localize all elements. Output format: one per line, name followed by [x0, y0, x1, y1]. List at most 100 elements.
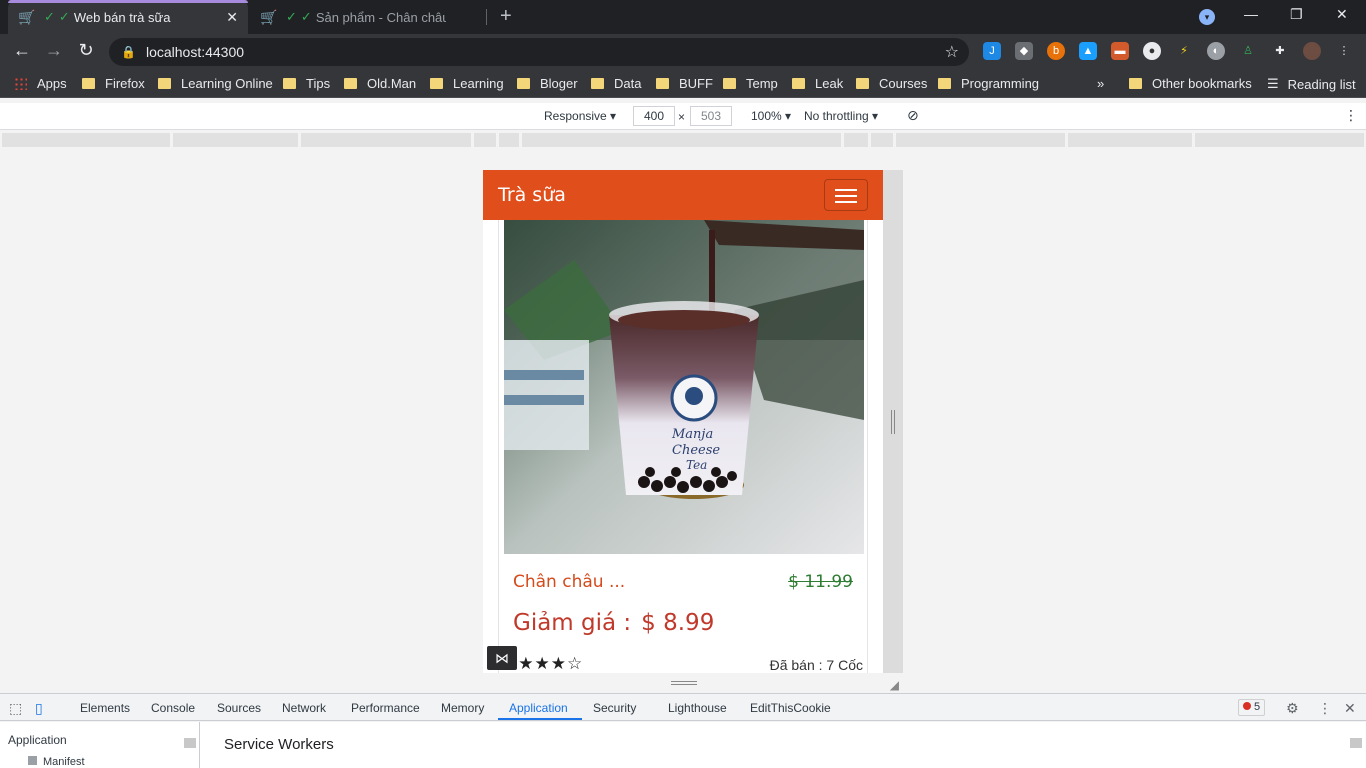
close-window-icon[interactable]: ✕: [1336, 6, 1348, 23]
bookmark-tips[interactable]: Tips: [283, 76, 330, 91]
restore-icon[interactable]: ❐: [1290, 6, 1303, 23]
extension-badge-icon[interactable]: ◐: [1207, 42, 1225, 60]
folder-icon: [517, 78, 530, 89]
inspect-element-icon[interactable]: ⬚: [9, 700, 22, 717]
media-query-segment[interactable]: [474, 133, 496, 147]
reading-list[interactable]: ☰ Reading list: [1267, 76, 1356, 92]
bookmark-courses[interactable]: Courses: [856, 76, 927, 91]
bookmark-leak[interactable]: Leak: [792, 76, 843, 91]
bookmark-other[interactable]: Other bookmarks: [1129, 76, 1252, 91]
tab-title: Sản phẩm - Chân châu nư: [315, 9, 446, 25]
bookmark-learning[interactable]: Learning: [430, 76, 504, 91]
avatar[interactable]: [1303, 42, 1321, 60]
drop-icon[interactable]: ▲: [1079, 42, 1097, 60]
tab-search-icon[interactable]: ▾: [1199, 9, 1215, 25]
visual-studio-icon[interactable]: ⋈: [487, 646, 517, 670]
main-scrollbar-thumb[interactable]: [1350, 738, 1362, 748]
media-query-segment[interactable]: [173, 133, 298, 147]
sidebar-item-manifest[interactable]: Manifest: [28, 756, 85, 768]
apps-grid-icon: [14, 77, 27, 90]
viewport-width-input[interactable]: 400: [633, 106, 675, 126]
media-query-segment[interactable]: [871, 133, 893, 147]
media-query-segment[interactable]: [499, 133, 519, 147]
media-query-segment[interactable]: [896, 133, 1065, 147]
tab-title: Web bán trà sữa: [73, 9, 171, 25]
folder-icon: [856, 78, 869, 89]
tab-elements[interactable]: Elements: [80, 701, 130, 715]
tab-network[interactable]: Network: [282, 701, 326, 715]
close-devtools-icon[interactable]: ✕: [1344, 700, 1356, 717]
tab-performance[interactable]: Performance: [351, 701, 420, 715]
rotate-disabled-icon[interactable]: ⊘: [907, 107, 919, 124]
menu-icon[interactable]: ⋮: [1335, 42, 1353, 60]
more-options-icon[interactable]: ⋮: [1344, 107, 1358, 124]
bookmark-old-man[interactable]: Old.Man: [344, 76, 416, 91]
product-card[interactable]: Manja Cheese Tea Chân châu ... $ 11.99 G…: [498, 220, 868, 673]
media-query-segment[interactable]: [844, 133, 868, 147]
settings-gear-icon[interactable]: ⚙: [1286, 700, 1299, 717]
tab-sources[interactable]: Sources: [217, 701, 261, 715]
product-sold-count: Đã bán : 7 Cốc: [769, 657, 863, 673]
reload-icon[interactable]: ↻: [74, 40, 98, 61]
bookmark-programming[interactable]: Programming: [938, 76, 1039, 91]
device-toolbar: Responsive ▾ 400 × 503 100% ▾ No throttl…: [0, 103, 1366, 130]
media-query-segment[interactable]: [1195, 133, 1364, 147]
check-icon: ✓: [300, 9, 312, 24]
resize-corner-icon[interactable]: ◢: [890, 678, 899, 692]
device-mode-select[interactable]: Responsive ▾: [544, 109, 616, 123]
viewport-right-resizer[interactable]: [883, 170, 903, 673]
close-icon[interactable]: ✕: [226, 9, 238, 26]
bookmark-learning-online[interactable]: Learning Online: [158, 76, 273, 91]
zoom-select[interactable]: 100% ▾: [751, 109, 791, 123]
extension-j-icon[interactable]: J: [983, 42, 1001, 60]
baseball-icon[interactable]: ●: [1143, 42, 1161, 60]
media-query-segment[interactable]: [301, 133, 471, 147]
tab-lighthouse[interactable]: Lighthouse: [668, 701, 727, 715]
device-toggle-icon[interactable]: ▯: [35, 700, 43, 717]
tab-san-pham[interactable]: 🛒 ✓ ✓ Sản phẩm - Chân châu nư: [250, 0, 486, 34]
minimize-icon[interactable]: —: [1244, 6, 1258, 22]
bookmark-temp[interactable]: Temp: [723, 76, 778, 91]
puzzle-icon[interactable]: ✚: [1271, 42, 1289, 60]
media-query-segment[interactable]: [2, 133, 170, 147]
tab-editthiscookie[interactable]: EditThisCookie: [750, 701, 831, 715]
media-query-segment[interactable]: [1068, 133, 1192, 147]
viewport-bottom-resizer[interactable]: ◢: [483, 673, 903, 693]
tab-memory[interactable]: Memory: [441, 701, 484, 715]
shield-icon[interactable]: ◆: [1015, 42, 1033, 60]
tab-web-ban-tra-sua[interactable]: 🛒 ✓ ✓ Web bán trà sữa ✕: [8, 0, 248, 34]
active-tab-indicator: [498, 718, 582, 720]
product-image[interactable]: Manja Cheese Tea: [504, 220, 864, 554]
address-bar[interactable]: 🔒 localhost:44300 ☆: [109, 38, 969, 66]
new-tab-button[interactable]: +: [500, 5, 512, 28]
tab-console[interactable]: Console: [151, 701, 195, 715]
bookmark-apps[interactable]: Apps: [14, 76, 67, 91]
media-query-segment[interactable]: [522, 133, 841, 147]
folder-icon: [792, 78, 805, 89]
check-icon: ✓: [44, 9, 55, 24]
person-icon[interactable]: ♙: [1239, 42, 1257, 60]
error-count-badge[interactable]: 5: [1238, 699, 1266, 716]
tab-security[interactable]: Security: [593, 701, 636, 715]
hamburger-menu-icon[interactable]: [824, 179, 868, 211]
bookmark-firefox[interactable]: Firefox: [82, 76, 145, 91]
sidebar-scrollbar-thumb[interactable]: [184, 738, 196, 748]
more-bookmarks-chevron-icon[interactable]: »: [1097, 76, 1104, 91]
throttling-select[interactable]: No throttling ▾: [804, 109, 878, 123]
bookmark-star-icon[interactable]: ☆: [945, 42, 959, 62]
tab-application[interactable]: Application: [509, 701, 568, 715]
bookmark-buff[interactable]: BUFF: [656, 76, 713, 91]
bookmark-data[interactable]: Data: [591, 76, 641, 91]
extension-b-icon[interactable]: b: [1047, 42, 1065, 60]
folder-icon: [283, 78, 296, 89]
devtools-menu-icon[interactable]: ⋮: [1318, 700, 1332, 717]
bookmark-bloger[interactable]: Bloger: [517, 76, 578, 91]
back-icon[interactable]: ←: [10, 40, 34, 61]
folder-icon: [430, 78, 443, 89]
site-brand[interactable]: Trà sữa: [498, 184, 566, 206]
viewport-height-input[interactable]: 503: [690, 106, 732, 126]
lightning-icon[interactable]: ⚡: [1175, 42, 1193, 60]
forward-icon[interactable]: →: [42, 40, 66, 61]
product-name[interactable]: Chân châu ...: [513, 572, 625, 592]
extension-tv-icon[interactable]: ▬: [1111, 42, 1129, 60]
